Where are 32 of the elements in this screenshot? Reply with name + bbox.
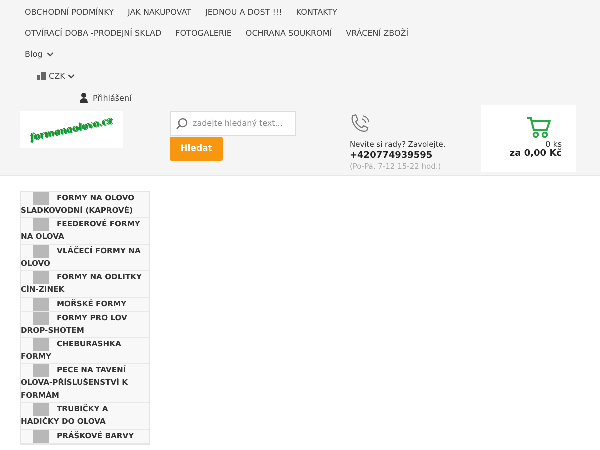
photo-placeholder xyxy=(33,430,49,443)
login-link[interactable]: Přihlášení xyxy=(80,93,132,103)
photo-placeholder xyxy=(33,403,49,416)
menu-link[interactable]: VRÁCENÍ ZBOŽÍ xyxy=(346,23,409,44)
photo-placeholder xyxy=(33,192,49,205)
photo-placeholder xyxy=(33,244,49,258)
photo-placeholder xyxy=(33,271,49,284)
user-icon xyxy=(80,93,88,103)
search-field[interactable]: zadejte hledaný text... xyxy=(170,111,296,136)
menu-dropdown[interactable]: Blog xyxy=(25,44,54,65)
menu-link[interactable]: JEDNOU A DOST !!! xyxy=(205,2,282,23)
cart-total: za 0,00 Kč xyxy=(510,149,562,159)
cart-panel[interactable]: 0 ks za 0,00 Kč xyxy=(481,105,576,172)
search-icon xyxy=(176,118,188,130)
menu-link[interactable]: JAK NAKUPOVAT xyxy=(128,2,192,23)
photo-placeholder xyxy=(33,312,49,325)
cart-count: 0 ks xyxy=(546,140,562,149)
photo-placeholder xyxy=(33,364,49,378)
photo-placeholder xyxy=(33,218,49,232)
photo-placeholder xyxy=(33,298,49,311)
chevron-down-icon xyxy=(46,52,54,57)
cart-icon xyxy=(526,117,552,139)
chevron-down-icon xyxy=(68,74,76,78)
photo-placeholder xyxy=(33,338,49,352)
menu-link[interactable]: FOTOGALERIE xyxy=(176,23,232,44)
phone-number[interactable]: +420774939595 xyxy=(350,151,475,161)
menu-link[interactable]: OBCHODNÍ PODMÍNKY xyxy=(25,2,114,23)
currency-selector[interactable]: CZK xyxy=(37,72,76,80)
phone-icon xyxy=(350,114,372,134)
menu-link[interactable]: OCHRANA SOUKROMÍ xyxy=(246,23,332,44)
menu-link[interactable]: OTVÍRACÍ DOBA -PRODEJNÍ SKLAD xyxy=(25,23,162,44)
menu-link[interactable]: KONTAKTY xyxy=(296,2,338,23)
